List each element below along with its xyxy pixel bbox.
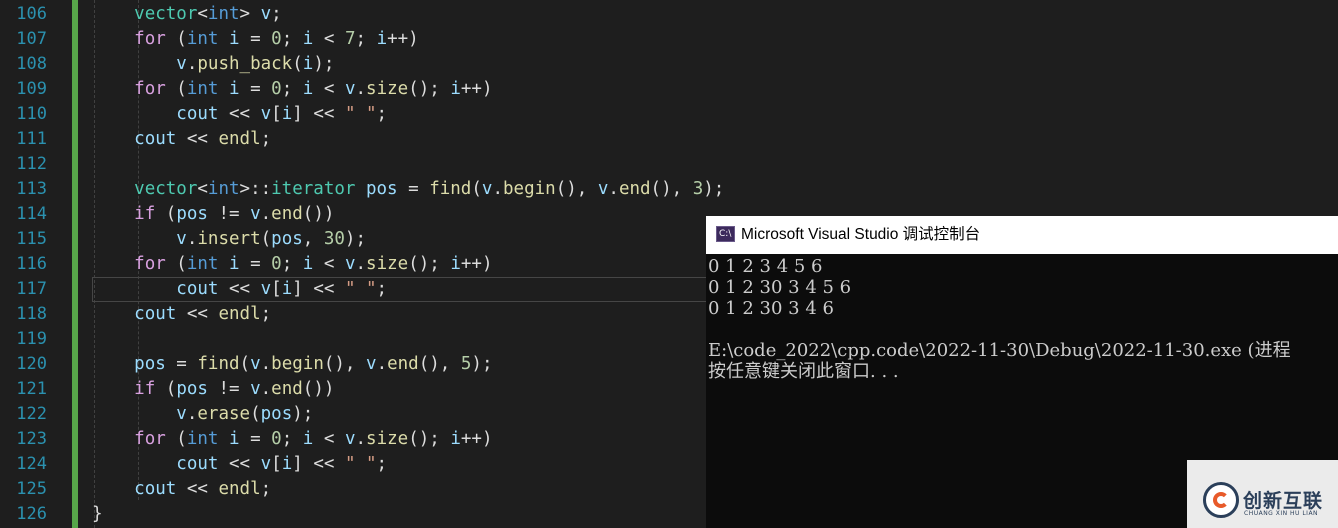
line-number: 112 — [16, 154, 47, 174]
code-line-121[interactable]: if (pos != v.end()) — [92, 377, 334, 402]
line-number: 114 — [16, 204, 47, 224]
code-line-116[interactable]: for (int i = 0; i < v.size(); i++) — [92, 252, 492, 277]
brand-subtitle: CHUANG XIN HU LIAN — [1244, 510, 1319, 517]
line-number: 122 — [16, 404, 47, 424]
line-number: 116 — [16, 254, 47, 274]
line-number: 109 — [16, 79, 47, 99]
line-number: 126 — [16, 504, 47, 524]
code-line-109[interactable]: for (int i = 0; i < v.size(); i++) — [92, 77, 492, 102]
line-number: 121 — [16, 379, 47, 399]
console-output-line: 0 1 2 30 3 4 5 6 — [708, 277, 852, 298]
code-line-125[interactable]: cout << endl; — [92, 477, 271, 502]
code-line-124[interactable]: cout << v[i] << " "; — [92, 452, 387, 477]
line-number: 107 — [16, 29, 47, 49]
brand-name: 创新互联 — [1243, 490, 1324, 512]
console-output-line: 按任意键关闭此窗口. . . — [708, 361, 899, 382]
console-title: Microsoft Visual Studio 调试控制台 — [741, 226, 981, 243]
line-number: 124 — [16, 454, 47, 474]
code-line-107[interactable]: for (int i = 0; i < 7; i++) — [92, 27, 419, 52]
line-number: 117 — [16, 279, 47, 299]
code-line-122[interactable]: v.erase(pos); — [92, 402, 313, 427]
code-line-126[interactable]: } — [92, 502, 103, 527]
code-line-114[interactable]: if (pos != v.end()) — [92, 202, 334, 227]
console-output-line: 0 1 2 30 3 4 6 — [708, 298, 834, 319]
line-number: 108 — [16, 54, 47, 74]
line-number: 123 — [16, 429, 47, 449]
code-line-117[interactable]: cout << v[i] << " "; — [92, 277, 387, 302]
code-line-123[interactable]: for (int i = 0; i < v.size(); i++) — [92, 427, 492, 452]
line-number-gutter: 106 107 108 109 110 111 112 113 114 115 … — [0, 0, 62, 528]
change-tracking-bar — [72, 0, 78, 528]
code-line-118[interactable]: cout << endl; — [92, 302, 271, 327]
line-number: 115 — [16, 229, 47, 249]
line-number: 113 — [16, 179, 47, 199]
line-number: 119 — [16, 329, 47, 349]
line-number: 125 — [16, 479, 47, 499]
code-line-108[interactable]: v.push_back(i); — [92, 52, 334, 77]
line-number: 111 — [16, 129, 47, 149]
line-number: 118 — [16, 304, 47, 324]
code-line-120[interactable]: pos = find(v.begin(), v.end(), 5); — [92, 352, 492, 377]
console-output-line: E:\code_2022\cpp.code\2022-11-30\Debug\2… — [708, 340, 1291, 361]
line-number: 120 — [16, 354, 47, 374]
console-title-bar[interactable]: C:\ Microsoft Visual Studio 调试控制台 — [706, 216, 1338, 254]
console-output-line: 0 1 2 3 4 5 6 — [708, 256, 823, 277]
code-line-111[interactable]: cout << endl; — [92, 127, 271, 152]
console-app-icon: C:\ — [716, 226, 735, 242]
brand-logo-icon — [1203, 482, 1239, 518]
line-number: 110 — [16, 104, 47, 124]
code-line-115[interactable]: v.insert(pos, 30); — [92, 227, 366, 252]
line-number: 106 — [16, 4, 47, 24]
code-line-106[interactable]: vector<int> v; — [92, 2, 282, 27]
code-line-110[interactable]: cout << v[i] << " "; — [92, 102, 387, 127]
code-line-113[interactable]: vector<int>::iterator pos = find(v.begin… — [92, 177, 724, 202]
watermark-logo: 创新互联 CHUANG XIN HU LIAN — [1187, 460, 1338, 528]
